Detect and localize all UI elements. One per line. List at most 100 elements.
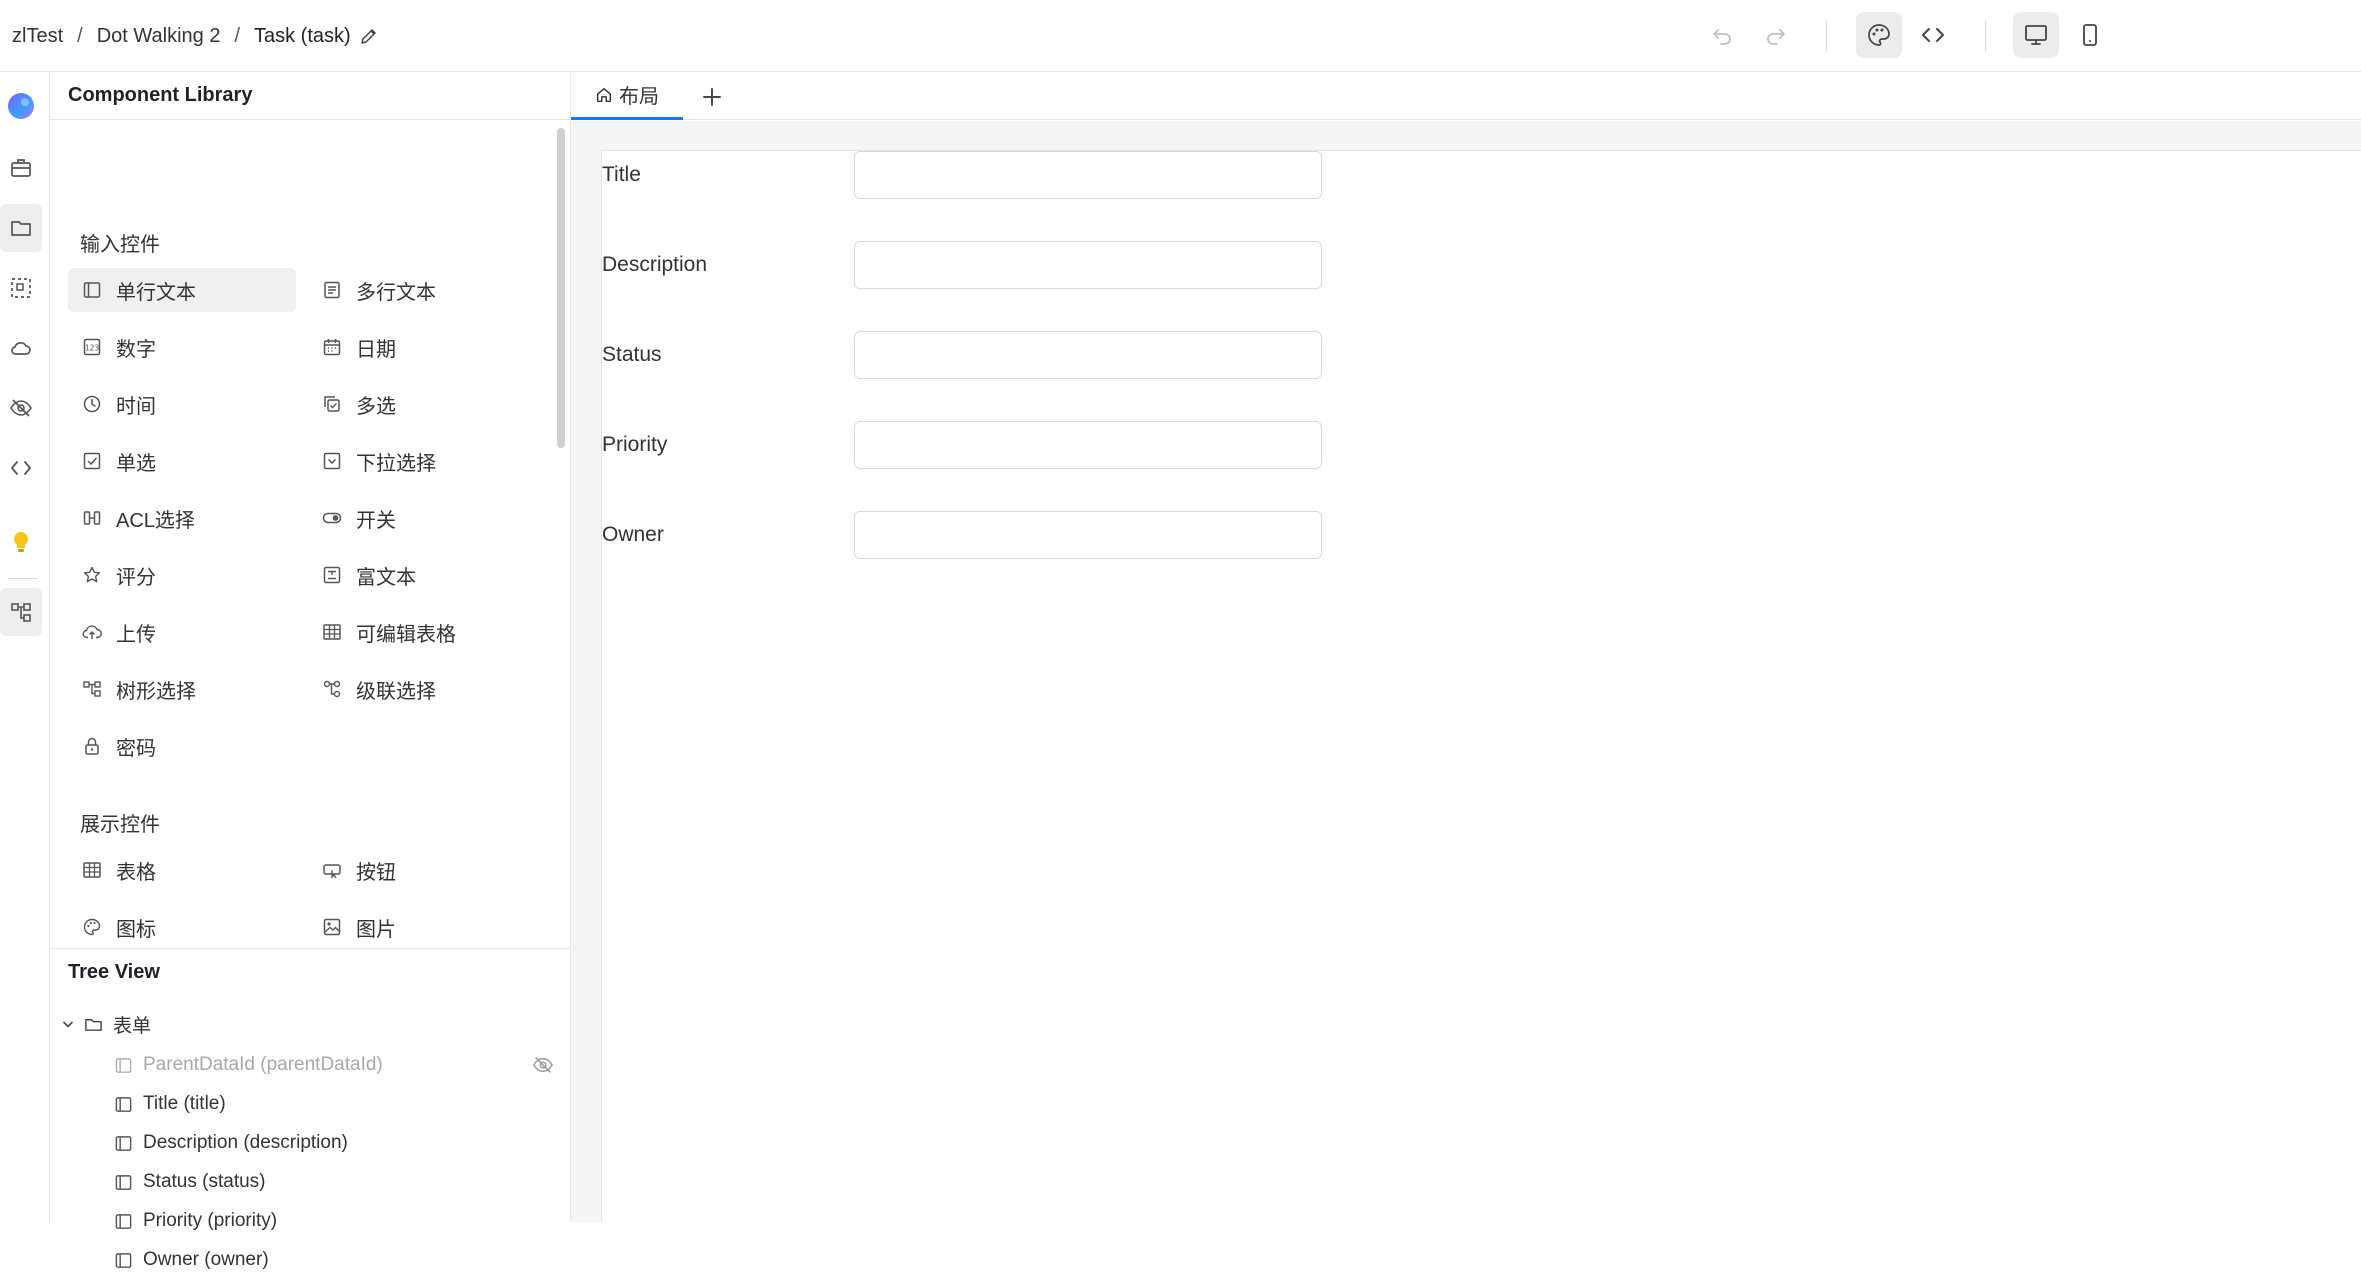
left-rail: [0, 72, 50, 1222]
breadcrumb-app[interactable]: zlTest: [12, 25, 63, 48]
multi-line-text-icon: [322, 280, 342, 300]
component-tree-select[interactable]: 树形选择: [68, 667, 296, 711]
component-multi-select[interactable]: 多选: [308, 382, 536, 426]
image-icon: [322, 917, 342, 937]
palette-icon: [82, 917, 102, 937]
component-radio[interactable]: 单选: [68, 439, 296, 483]
top-bar: zlTest / Dot Walking 2 / Task (task): [0, 0, 2361, 72]
component-number[interactable]: 123 数字: [68, 325, 296, 369]
code-icon: [9, 456, 33, 480]
component-dropdown[interactable]: 下拉选择: [308, 439, 536, 483]
rail-cloud[interactable]: [0, 324, 42, 372]
tree-item-parentdataid[interactable]: ParentDataId (parentDataId): [114, 1047, 383, 1083]
form-preview[interactable]: Title Description Status Priority Owner: [601, 150, 2361, 1222]
component-table[interactable]: 表格: [68, 848, 296, 892]
tree-item-priority[interactable]: Priority (priority): [114, 1203, 277, 1239]
tree-item-label: ParentDataId (parentDataId): [143, 1054, 383, 1075]
component-editable-table[interactable]: 可编辑表格: [308, 610, 536, 654]
calendar-icon: [322, 337, 342, 357]
chevron-down-icon[interactable]: [60, 1016, 76, 1032]
theme-button[interactable]: [1856, 12, 1902, 58]
component-icon[interactable]: 图标: [68, 905, 296, 948]
tree-item-owner[interactable]: Owner (owner): [114, 1242, 269, 1278]
component-label: 开关: [356, 509, 396, 532]
tree-item-status[interactable]: Status (status): [114, 1164, 266, 1200]
tree-item-label: Owner (owner): [143, 1249, 269, 1270]
tree-root-row[interactable]: 表单: [60, 1006, 151, 1042]
rail-code[interactable]: [0, 444, 42, 492]
component-label: 富文本: [356, 566, 416, 589]
tree-icon: [82, 679, 102, 699]
component-date[interactable]: 日期: [308, 325, 536, 369]
library-scrollbar[interactable]: [557, 128, 565, 448]
component-rich-text[interactable]: 富文本: [308, 553, 536, 597]
status-input[interactable]: [854, 331, 1322, 379]
component-switch[interactable]: 开关: [308, 496, 536, 540]
svg-text:123: 123: [85, 344, 100, 353]
rail-app-logo[interactable]: [0, 82, 42, 130]
group-title-input: 输入控件: [80, 234, 160, 256]
multi-select-icon: [322, 394, 342, 414]
rail-briefcase[interactable]: [0, 144, 42, 192]
component-password[interactable]: 密码: [68, 724, 296, 768]
desktop-icon: [2023, 22, 2049, 48]
edit-pencil-icon[interactable]: [359, 26, 379, 46]
component-library-list[interactable]: 输入控件 单行文本 多行文本 123 数字 日期 时间 多选 单选 下拉选择 A…: [50, 120, 571, 948]
component-multi-line-text[interactable]: 多行文本: [308, 268, 536, 312]
component-label: 评分: [116, 566, 156, 589]
acl-icon: [82, 508, 102, 528]
component-image[interactable]: 图片: [308, 905, 536, 948]
component-label: 图片: [356, 918, 396, 941]
owner-input[interactable]: [854, 511, 1322, 559]
rail-tree[interactable]: [0, 588, 42, 636]
component-time[interactable]: 时间: [68, 382, 296, 426]
tree-item-title[interactable]: Title (title): [114, 1086, 226, 1122]
component-rating[interactable]: 评分: [68, 553, 296, 597]
breadcrumb-current: Task (task): [254, 24, 351, 47]
component-acl-select[interactable]: ACL选择: [68, 496, 296, 540]
component-upload[interactable]: 上传: [68, 610, 296, 654]
table-icon: [322, 622, 342, 642]
undo-button[interactable]: [1699, 12, 1745, 58]
upload-cloud-icon: [82, 622, 102, 642]
tree-root-label: 表单: [113, 1015, 152, 1037]
single-line-text-icon: [82, 280, 102, 300]
component-label: 级联选择: [356, 680, 436, 703]
redo-button[interactable]: [1753, 12, 1799, 58]
component-label: 单行文本: [116, 281, 196, 304]
mobile-view-button[interactable]: [2067, 12, 2113, 58]
code-button[interactable]: [1910, 12, 1956, 58]
rail-selection[interactable]: [0, 264, 42, 312]
priority-input[interactable]: [854, 421, 1322, 469]
component-label: 多选: [356, 395, 396, 418]
breadcrumb-module[interactable]: Dot Walking 2: [97, 25, 221, 48]
single-line-text-icon: [114, 1212, 133, 1231]
toggle-icon: [322, 508, 342, 528]
home-icon: [595, 86, 613, 104]
single-line-text-icon: [114, 1056, 133, 1075]
hierarchy-icon: [9, 600, 33, 624]
eye-off-icon[interactable]: [532, 1054, 554, 1076]
plus-icon[interactable]: [699, 84, 725, 110]
desktop-view-button[interactable]: [2013, 12, 2059, 58]
rail-tips[interactable]: [0, 518, 42, 566]
component-library-title: Component Library: [50, 72, 571, 120]
rail-components[interactable]: [0, 204, 42, 252]
component-cascade-select[interactable]: 级联选择: [308, 667, 536, 711]
component-label: 日期: [356, 338, 396, 361]
component-label: 上传: [116, 623, 156, 646]
component-label: 图标: [116, 918, 156, 941]
layout-tab-bar: 布局: [571, 72, 2361, 120]
rail-visibility[interactable]: [0, 384, 42, 432]
eye-off-icon: [9, 396, 33, 420]
tab-layout[interactable]: 布局: [571, 72, 683, 120]
cloud-icon: [9, 336, 33, 360]
folder-icon: [9, 216, 33, 240]
description-input[interactable]: [854, 241, 1322, 289]
component-single-line-text[interactable]: 单行文本: [68, 268, 296, 312]
tree-item-description[interactable]: Description (description): [114, 1125, 348, 1161]
single-line-text-icon: [114, 1251, 133, 1270]
title-input[interactable]: [854, 151, 1322, 199]
field-label-owner: Owner: [602, 523, 664, 546]
component-button[interactable]: 按钮: [308, 848, 536, 892]
